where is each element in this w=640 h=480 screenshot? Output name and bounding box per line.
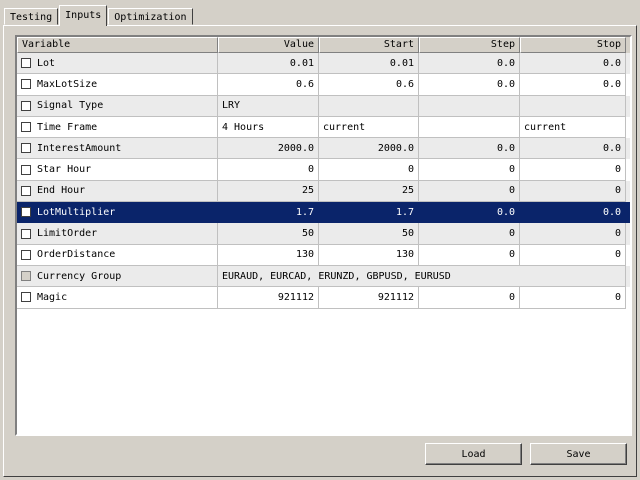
grid-header: Variable Value Start Step Stop: [17, 37, 630, 53]
tab-testing[interactable]: Testing: [4, 8, 59, 25]
step-cell[interactable]: 0: [419, 180, 520, 203]
step-cell[interactable]: 0: [419, 287, 520, 309]
value-cell[interactable]: 2000.0: [218, 138, 319, 160]
start-cell[interactable]: [319, 95, 419, 117]
step-cell[interactable]: 0: [419, 244, 520, 266]
start-cell[interactable]: 0.01: [319, 53, 419, 75]
start-cell[interactable]: 2000.0: [319, 138, 419, 160]
stop-cell[interactable]: current: [520, 116, 626, 139]
optimize-checkbox[interactable]: [21, 249, 31, 260]
table-row[interactable]: Time Frame 4 Hours current current: [17, 116, 630, 139]
optimize-checkbox-disabled: [21, 271, 31, 282]
optimize-checkbox[interactable]: [21, 164, 31, 175]
step-cell[interactable]: 0: [419, 223, 520, 245]
stop-cell[interactable]: 0: [520, 159, 626, 181]
table-row[interactable]: Star Hour 0 0 0 0: [17, 159, 630, 181]
stop-cell[interactable]: 0: [520, 180, 626, 203]
stop-cell[interactable]: [520, 95, 626, 117]
stop-cell[interactable]: 0.0: [520, 138, 626, 160]
table-row[interactable]: Magic 921112 921112 0 0: [17, 287, 630, 309]
value-cell[interactable]: EURAUD, EURCAD, ERUNZD, GBPUSD, EURUSD: [218, 265, 626, 288]
step-cell[interactable]: 0.0: [419, 138, 520, 160]
start-cell[interactable]: 0: [319, 159, 419, 181]
variable-name: Magic: [37, 291, 68, 303]
step-cell[interactable]: 0.0: [419, 74, 520, 96]
start-cell[interactable]: 130: [319, 244, 419, 266]
load-button[interactable]: Load: [425, 443, 522, 465]
variable-name: Signal Type: [37, 100, 104, 112]
step-cell[interactable]: 0.0: [419, 202, 520, 224]
stop-cell[interactable]: 0.0: [520, 74, 626, 96]
column-header-step[interactable]: Step: [419, 37, 520, 53]
variable-name: LimitOrder: [37, 228, 98, 240]
table-row[interactable]: Lot 0.01 0.01 0.0 0.0: [17, 53, 630, 75]
start-cell[interactable]: current: [319, 116, 419, 139]
start-cell[interactable]: 50: [319, 223, 419, 245]
table-row[interactable]: End Hour 25 25 0 0: [17, 180, 630, 203]
column-header-value[interactable]: Value: [218, 37, 319, 53]
variable-name: LotMultiplier: [37, 206, 116, 218]
stop-cell[interactable]: 0: [520, 223, 626, 245]
value-cell[interactable]: 0.01: [218, 53, 319, 75]
start-cell[interactable]: 1.7: [319, 202, 419, 224]
start-cell[interactable]: 25: [319, 180, 419, 203]
value-cell[interactable]: 921112: [218, 287, 319, 309]
tab-inputs[interactable]: Inputs: [59, 5, 108, 26]
step-cell[interactable]: 0: [419, 159, 520, 181]
value-cell[interactable]: 0.6: [218, 74, 319, 96]
optimize-checkbox[interactable]: [21, 207, 31, 218]
optimize-checkbox[interactable]: [21, 143, 31, 154]
optimize-checkbox[interactable]: [21, 58, 31, 69]
variable-name: Currency Group: [37, 270, 122, 282]
variable-name: OrderDistance: [37, 249, 116, 261]
variable-name: InterestAmount: [37, 142, 122, 154]
optimize-checkbox[interactable]: [21, 122, 31, 133]
column-header-start[interactable]: Start: [319, 37, 419, 53]
variable-name: Star Hour: [37, 164, 92, 176]
optimize-checkbox[interactable]: [21, 79, 31, 90]
value-cell[interactable]: 1.7: [218, 202, 319, 224]
tab-optimization[interactable]: Optimization: [108, 8, 193, 25]
optimize-checkbox[interactable]: [21, 292, 31, 303]
stop-cell[interactable]: 0.0: [520, 53, 626, 75]
value-cell[interactable]: 130: [218, 244, 319, 266]
table-row[interactable]: MaxLotSize 0.6 0.6 0.0 0.0: [17, 74, 630, 96]
optimize-checkbox[interactable]: [21, 100, 31, 111]
inputs-grid: Variable Value Start Step Stop Lot 0.01 …: [15, 35, 632, 436]
start-cell[interactable]: 0.6: [319, 74, 419, 96]
stop-cell[interactable]: 0.0: [520, 202, 626, 224]
column-header-variable[interactable]: Variable: [17, 37, 218, 53]
table-row[interactable]: Signal Type LRY: [17, 95, 630, 117]
tab-bar: Testing Inputs Optimization: [4, 5, 194, 26]
step-cell[interactable]: [419, 116, 520, 139]
step-cell[interactable]: 0.0: [419, 53, 520, 75]
table-row-selected[interactable]: LotMultiplier 1.7 1.7 0.0 0.0: [17, 202, 630, 224]
variable-name: MaxLotSize: [37, 78, 98, 90]
variable-name: Lot: [37, 57, 56, 69]
table-row[interactable]: InterestAmount 2000.0 2000.0 0.0 0.0: [17, 138, 630, 160]
stop-cell[interactable]: 0: [520, 244, 626, 266]
variable-name: End Hour: [37, 185, 86, 197]
value-cell[interactable]: 0: [218, 159, 319, 181]
table-row[interactable]: OrderDistance 130 130 0 0: [17, 244, 630, 266]
table-row[interactable]: LimitOrder 50 50 0 0: [17, 223, 630, 245]
value-cell[interactable]: 4 Hours: [218, 116, 319, 139]
value-cell[interactable]: 25: [218, 180, 319, 203]
table-row[interactable]: Currency Group EURAUD, EURCAD, ERUNZD, G…: [17, 265, 630, 288]
optimize-checkbox[interactable]: [21, 228, 31, 239]
value-cell[interactable]: 50: [218, 223, 319, 245]
save-button[interactable]: Save: [530, 443, 627, 465]
variable-name: Time Frame: [37, 121, 98, 133]
value-cell[interactable]: LRY: [218, 95, 319, 117]
optimize-checkbox[interactable]: [21, 185, 31, 196]
column-header-stop[interactable]: Stop: [520, 37, 626, 53]
stop-cell[interactable]: 0: [520, 287, 626, 309]
step-cell[interactable]: [419, 95, 520, 117]
start-cell[interactable]: 921112: [319, 287, 419, 309]
